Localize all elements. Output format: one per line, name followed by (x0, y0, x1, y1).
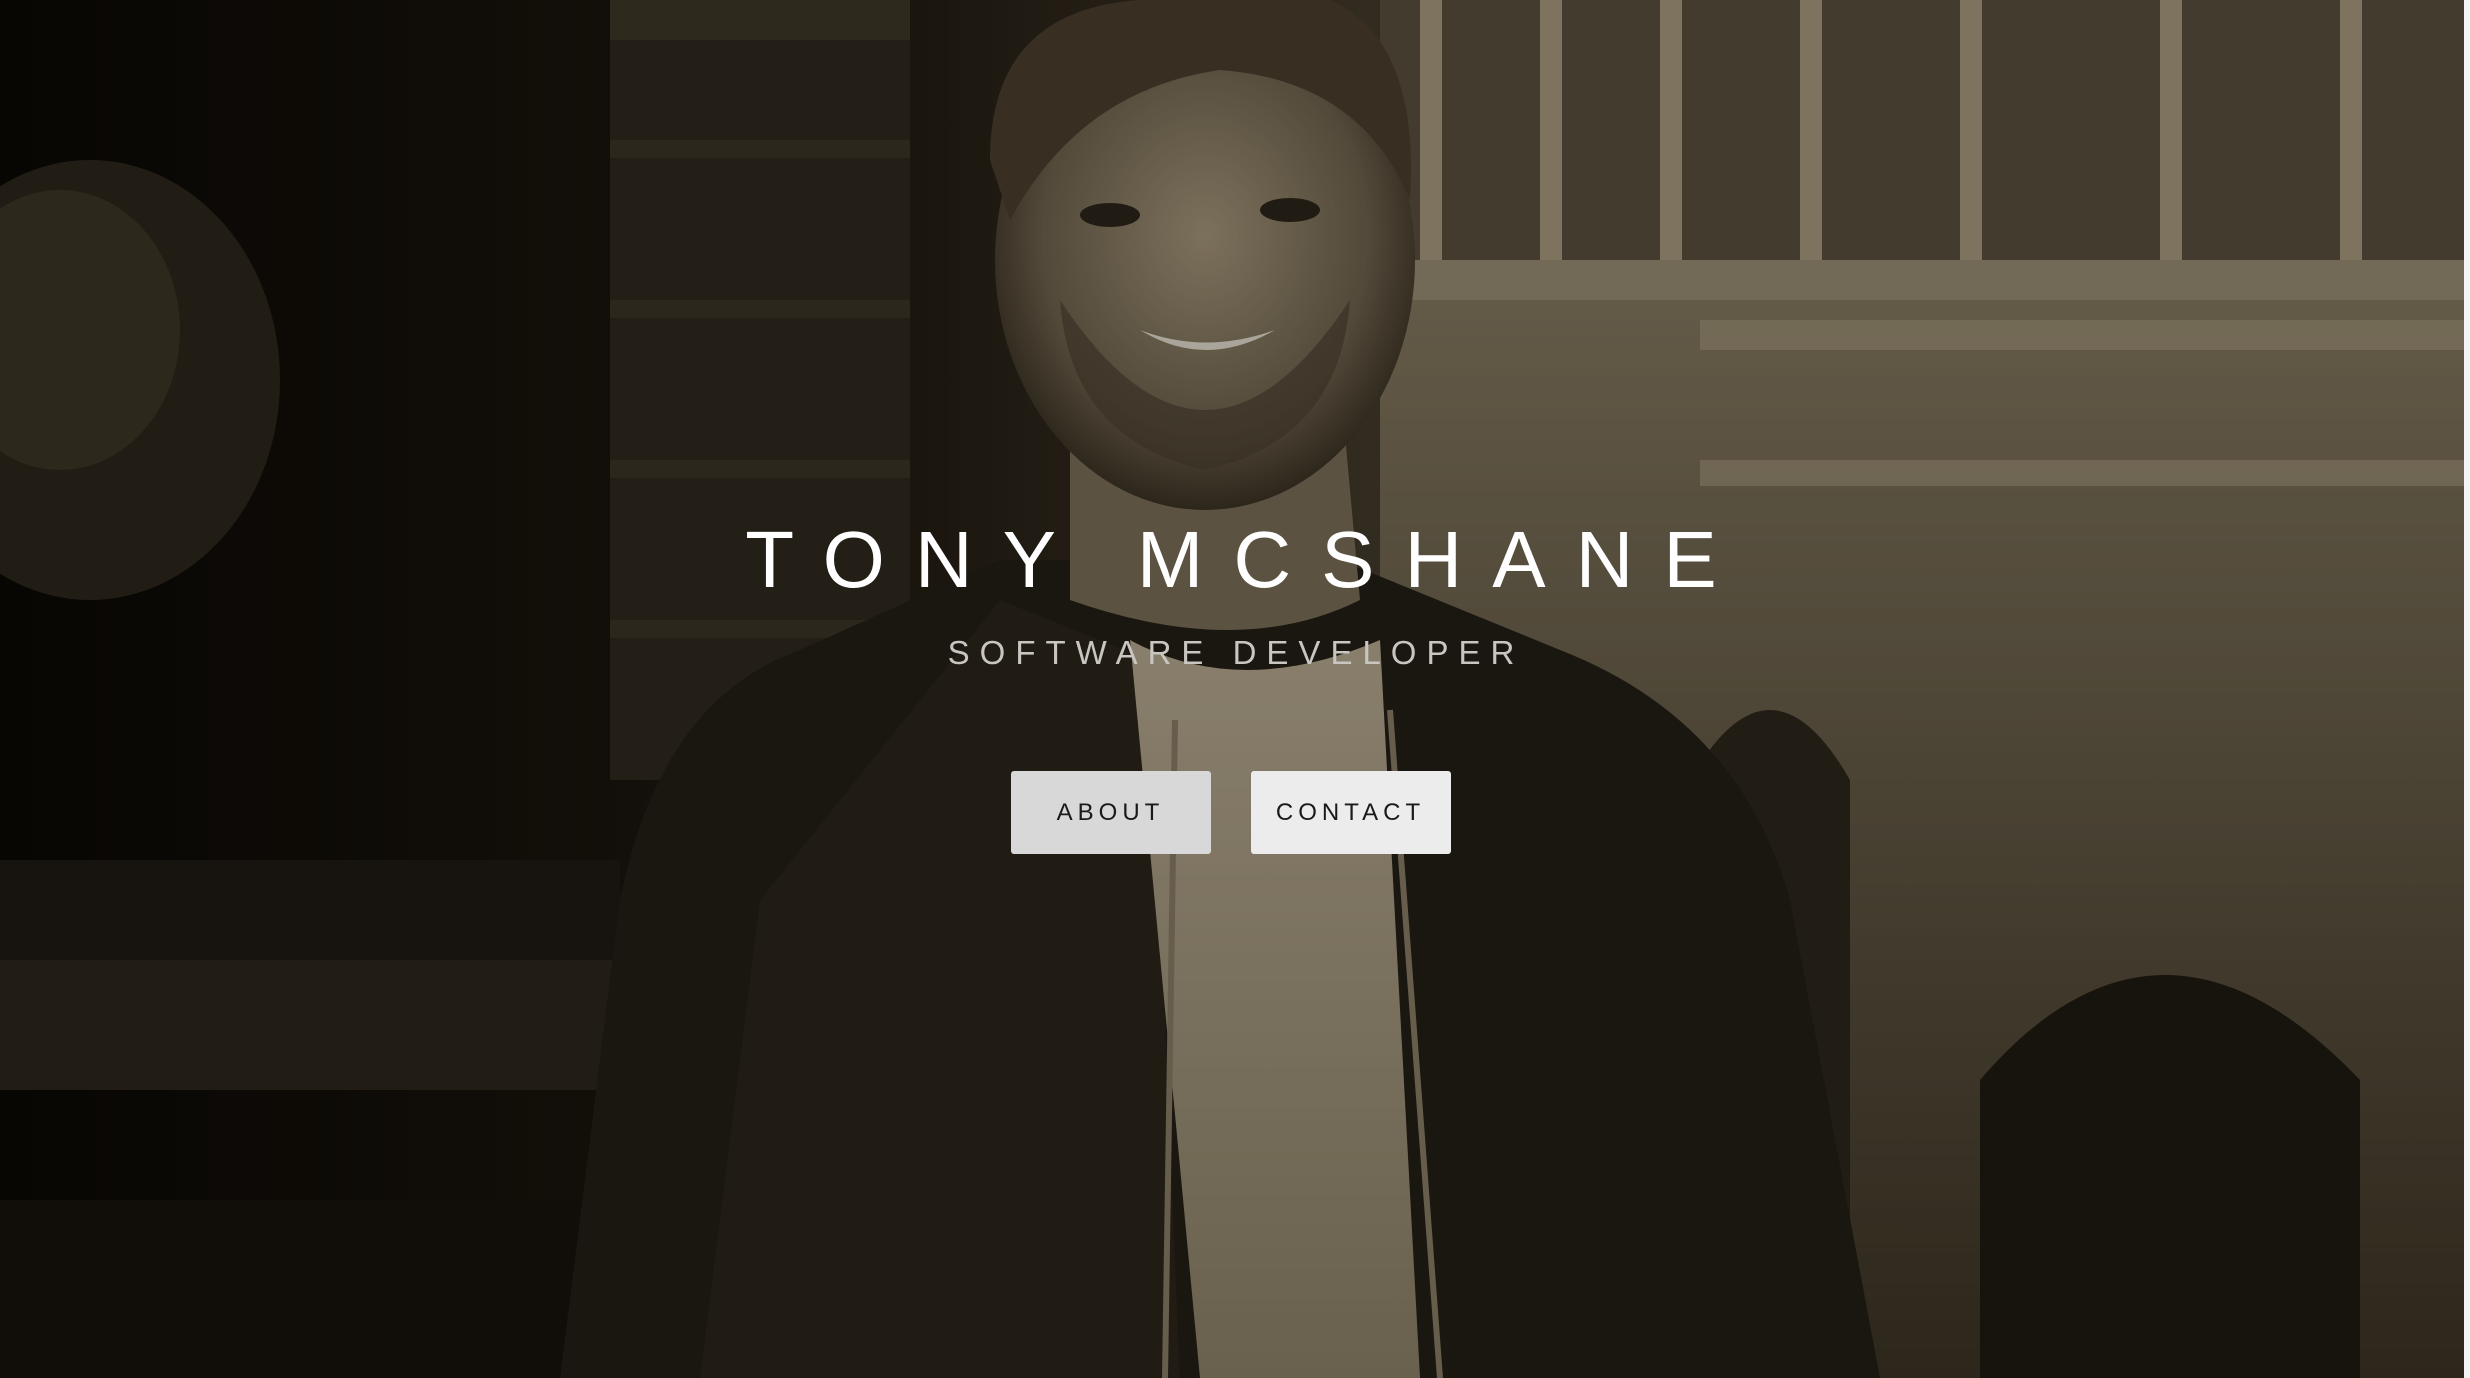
hero-button-row: ABOUT CONTACT (0, 771, 2462, 854)
about-button[interactable]: ABOUT (1011, 771, 1211, 854)
hero-section: TONY MCSHANE SOFTWARE DEVELOPER ABOUT CO… (0, 0, 2470, 1378)
hero-content: TONY MCSHANE SOFTWARE DEVELOPER ABOUT CO… (0, 510, 2462, 854)
hero-name: TONY MCSHANE (745, 515, 1747, 604)
hero-role: SOFTWARE DEVELOPER (947, 634, 1525, 671)
page-edge (2464, 0, 2470, 1378)
contact-button[interactable]: CONTACT (1251, 771, 1451, 854)
